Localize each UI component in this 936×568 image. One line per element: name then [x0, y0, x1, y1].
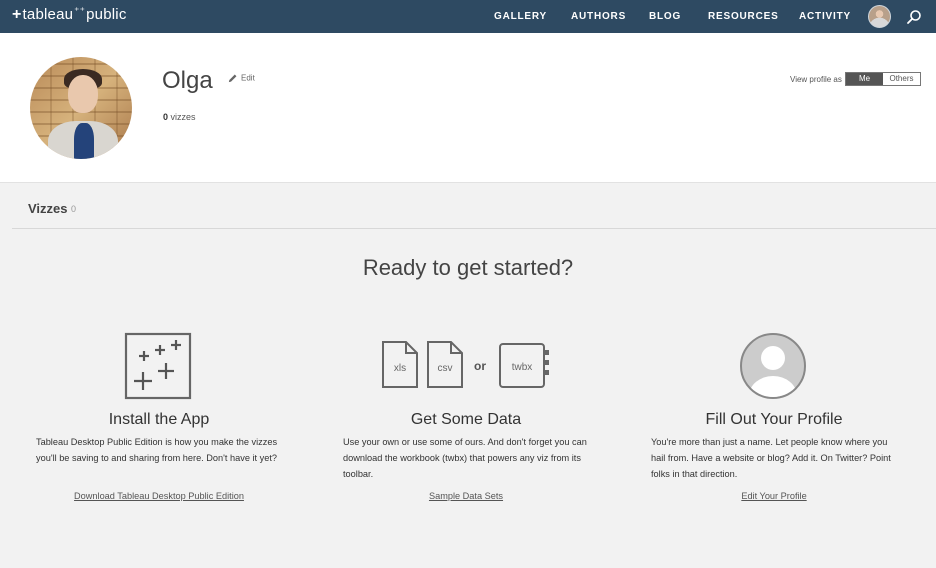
profile-icon-wrap	[651, 330, 897, 400]
default-user-icon	[740, 333, 806, 399]
avatar-face-shape	[68, 75, 98, 113]
view-as-others-button[interactable]: Others	[883, 73, 920, 85]
get-data-body: Use your own or use some of ours. And do…	[343, 437, 587, 479]
edit-name-button[interactable]: Edit	[227, 73, 255, 84]
view-as-me-button[interactable]: Me	[846, 73, 883, 85]
profile-header: Olga Edit 0 vizzes View profile as Me Ot…	[0, 33, 936, 183]
download-desktop-link[interactable]: Download Tableau Desktop Public Edition	[36, 491, 282, 501]
or-label: or	[474, 359, 486, 373]
pencil-icon	[228, 74, 237, 83]
logo-suffix: public	[86, 6, 127, 23]
nav-blog[interactable]: BLOG	[649, 11, 681, 22]
search-icon[interactable]	[906, 9, 922, 25]
nav-resources[interactable]: RESOURCES	[708, 11, 779, 22]
profile-avatar	[30, 57, 132, 159]
edit-your-profile-link[interactable]: Edit Your Profile	[651, 491, 897, 501]
logo-dots-icon: ⁺⁺	[74, 6, 86, 17]
user-avatar-icon[interactable]	[868, 5, 891, 28]
install-app-body: Tableau Desktop Public Edition is how yo…	[36, 437, 278, 463]
vizzes-count: 0	[71, 204, 77, 214]
avatar-shirt-shape	[74, 123, 94, 159]
install-app-title: Install the App	[108, 411, 210, 428]
data-files-icon: xls csv or twbx	[382, 341, 549, 388]
ready-heading: Ready to get started?	[362, 255, 574, 280]
data-icon-wrap: xls csv or twbx	[343, 330, 589, 400]
fill-profile-body: You're more than just a name. Let people…	[651, 437, 891, 479]
sample-data-sets-link[interactable]: Sample Data Sets	[343, 491, 589, 501]
nav-authors[interactable]: AUTHORS	[571, 11, 626, 22]
viz-count: 0 vizzes	[163, 112, 196, 122]
tableau-plus-icon	[124, 332, 192, 400]
view-profile-as-label: View profile as	[790, 75, 842, 84]
logo-text: tableau	[22, 6, 74, 23]
vizzes-title: Vizzes	[28, 201, 68, 216]
fill-profile-title: Fill Out Your Profile	[705, 411, 843, 428]
xls-label: xls	[394, 363, 406, 374]
edit-label: Edit	[241, 73, 255, 83]
csv-label: csv	[438, 363, 453, 374]
top-nav: +tableau⁺⁺public GALLERY AUTHORS BLOG RE…	[0, 0, 936, 33]
nav-activity[interactable]: ACTIVITY	[799, 11, 851, 22]
install-icon-wrap	[36, 330, 282, 400]
nav-gallery[interactable]: GALLERY	[494, 11, 547, 22]
get-data-title: Get Some Data	[410, 411, 522, 428]
twbx-label: twbx	[512, 362, 533, 373]
viz-count-number: 0	[163, 112, 169, 122]
section-divider	[12, 228, 936, 229]
profile-name: Olga	[162, 67, 213, 94]
view-as-toggle: Me Others	[845, 72, 921, 86]
logo-plus-icon: +	[12, 6, 22, 23]
viz-count-label: vizzes	[170, 112, 196, 122]
tableau-public-logo[interactable]: +tableau⁺⁺public	[12, 6, 127, 24]
